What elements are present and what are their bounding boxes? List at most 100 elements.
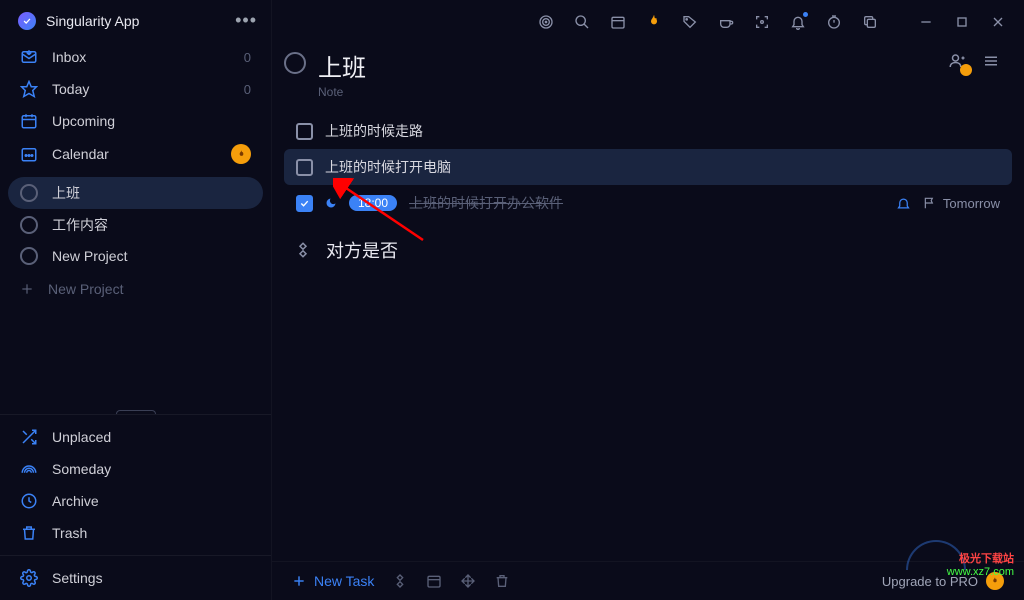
nav-someday[interactable]: Someday (8, 453, 263, 485)
project-label: 工作内容 (52, 215, 108, 235)
delete-icon[interactable] (494, 573, 510, 589)
project-label: New Project (52, 248, 127, 264)
task-item[interactable]: 上班的时候走路 (284, 113, 1012, 149)
nav-label: Someday (52, 461, 111, 477)
content-spacer (272, 279, 1024, 561)
nav-archive[interactable]: Archive (8, 485, 263, 517)
note-label[interactable]: Note (318, 85, 932, 99)
plus-icon (292, 574, 306, 588)
close-button[interactable] (984, 8, 1012, 36)
maximize-button[interactable] (948, 8, 976, 36)
nav-label: Archive (52, 493, 99, 509)
fire-icon[interactable] (640, 8, 668, 36)
project-title[interactable]: 上班 (318, 48, 932, 83)
task-title: 上班的时候打开办公软件 (409, 193, 884, 213)
task-checkbox-done[interactable] (296, 195, 313, 212)
trash-icon (20, 524, 38, 542)
sidebar-settings: Settings (0, 555, 271, 600)
task-title: 上班的时候走路 (325, 121, 1000, 141)
header-actions (944, 48, 1004, 74)
nav-count: 0 (244, 50, 251, 65)
nav-today[interactable]: Today 0 (8, 73, 263, 105)
nav-label: Upcoming (52, 113, 251, 129)
moon-icon (325, 197, 337, 209)
sidebar-spacer (0, 307, 271, 414)
rainbow-icon (20, 460, 38, 478)
nav-label: Calendar (52, 146, 217, 162)
task-list: 上班的时候走路 上班的时候打开电脑 18:00 上班的时候打开办公软件 Tomo… (272, 113, 1024, 221)
minimize-button[interactable] (912, 8, 940, 36)
calendar-icon (20, 112, 38, 130)
nav-upcoming[interactable]: Upcoming (8, 105, 263, 137)
section-icon (294, 241, 312, 259)
project-item-3[interactable]: New Project (8, 241, 263, 271)
new-task-button[interactable]: New Task (292, 573, 374, 589)
bell-icon[interactable] (784, 8, 812, 36)
nav-calendar[interactable]: Calendar (8, 137, 263, 171)
due-flag[interactable]: Tomorrow (923, 196, 1000, 211)
resize-handle[interactable] (116, 410, 156, 414)
new-project-button[interactable]: New Project (0, 271, 271, 307)
project-list: 上班 工作内容 New Project (0, 171, 271, 271)
content-header: 上班 Note (272, 44, 1024, 113)
nav-unplaced[interactable]: Unplaced (8, 421, 263, 453)
pro-badge-icon (986, 572, 1004, 590)
sidebar-header: Singularity App ••• (0, 0, 271, 41)
nav-trash[interactable]: Trash (8, 517, 263, 549)
tag-icon[interactable] (676, 8, 704, 36)
project-item-2[interactable]: 工作内容 (8, 209, 263, 241)
search-icon[interactable] (568, 8, 596, 36)
task-checkbox[interactable] (296, 159, 313, 176)
fire-badge (231, 144, 251, 164)
app-title: Singularity App (46, 13, 225, 29)
menu-icon[interactable] (978, 48, 1004, 74)
focus-icon[interactable] (748, 8, 776, 36)
due-label: Tomorrow (943, 196, 1000, 211)
bottom-bar: New Task Upgrade to PRO (272, 561, 1024, 600)
task-checkbox[interactable] (296, 123, 313, 140)
gear-icon (20, 569, 38, 587)
archive-icon (20, 492, 38, 510)
app-logo (18, 12, 36, 30)
copy-icon[interactable] (856, 8, 884, 36)
new-task-label: New Task (314, 573, 374, 589)
task-time: 18:00 (349, 195, 397, 211)
nav-settings[interactable]: Settings (8, 562, 263, 594)
section-row[interactable]: 对方是否 (272, 221, 1024, 279)
inbox-icon (20, 48, 38, 66)
coffee-icon[interactable] (712, 8, 740, 36)
flag-icon (923, 196, 937, 210)
nav-count: 0 (244, 82, 251, 97)
top-toolbar (272, 0, 1024, 44)
nav-label: Today (52, 81, 230, 97)
new-project-label: New Project (48, 281, 123, 297)
add-member-icon[interactable] (944, 48, 970, 74)
reminder-bell-icon[interactable] (896, 196, 911, 211)
more-menu-button[interactable]: ••• (235, 10, 257, 31)
calendar-add-icon[interactable] (426, 573, 442, 589)
section-add-icon[interactable] (392, 573, 408, 589)
upgrade-label: Upgrade to PRO (882, 574, 978, 589)
upgrade-button[interactable]: Upgrade to PRO (882, 572, 1004, 590)
nav-inbox[interactable]: Inbox 0 (8, 41, 263, 73)
task-item[interactable]: 上班的时候打开电脑 (284, 149, 1012, 185)
nav-label: Trash (52, 525, 87, 541)
calendar-toolbar-icon[interactable] (604, 8, 632, 36)
sidebar: Singularity App ••• Inbox 0 Today 0 Upco… (0, 0, 272, 600)
sidebar-bottom: Unplaced Someday Archive Trash (0, 414, 271, 555)
task-item[interactable]: 18:00 上班的时候打开办公软件 Tomorrow (284, 185, 1012, 221)
settings-label: Settings (52, 570, 103, 586)
nav-label: Unplaced (52, 429, 111, 445)
target-icon[interactable] (532, 8, 560, 36)
title-block: 上班 Note (318, 48, 932, 99)
task-title: 上班的时候打开电脑 (325, 157, 1000, 177)
project-complete-toggle[interactable] (284, 52, 306, 74)
move-icon[interactable] (460, 573, 476, 589)
circle-icon (20, 247, 38, 265)
project-item-1[interactable]: 上班 (8, 177, 263, 209)
timer-icon[interactable] (820, 8, 848, 36)
star-icon (20, 80, 38, 98)
nav-group: Inbox 0 Today 0 Upcoming Calendar (0, 41, 271, 171)
main-area: 上班 Note 上班的时候走路 上班的时候打开电脑 18:00 上班的时候打开办… (272, 0, 1024, 600)
circle-icon (20, 184, 38, 202)
